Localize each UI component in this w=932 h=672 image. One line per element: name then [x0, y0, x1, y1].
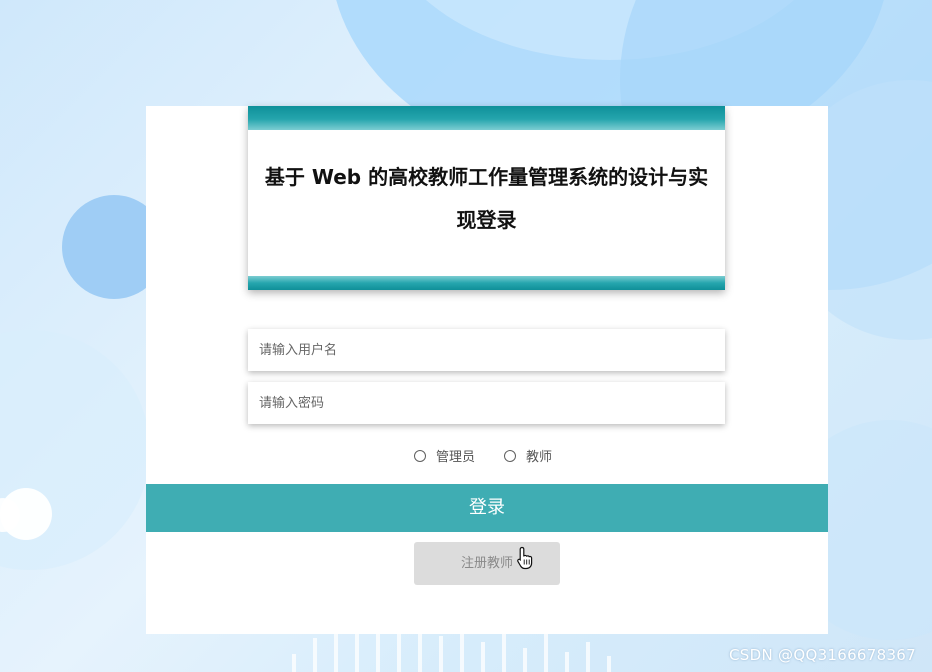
username-input[interactable]: [248, 329, 725, 371]
role-option-admin[interactable]: 管理员: [414, 446, 475, 465]
title-card-bottom-strip: [248, 276, 725, 290]
background-bar: [355, 632, 359, 672]
background-bar: [292, 654, 296, 672]
password-field: [248, 382, 725, 424]
page-title: 基于 Web 的高校教师工作量管理系统的设计与实现登录: [264, 165, 709, 232]
watermark: CSDN @QQ3166678367: [729, 646, 916, 664]
background-bar: [544, 634, 548, 672]
radio-teacher[interactable]: [504, 449, 517, 462]
background-bar: [607, 656, 611, 672]
background-bar: [586, 642, 590, 672]
register-teacher-button[interactable]: 注册教师: [414, 542, 560, 585]
background-bar: [523, 648, 527, 672]
background-bar: [565, 652, 569, 672]
login-button[interactable]: 登录: [146, 484, 828, 532]
role-label-admin: 管理员: [436, 450, 476, 465]
title-card-top-strip: [248, 106, 725, 130]
background-bar: [313, 638, 317, 672]
background-bar: [439, 636, 443, 672]
username-field: [248, 329, 725, 371]
role-label-teacher: 教师: [526, 450, 553, 465]
background-bar: [481, 642, 485, 672]
role-option-teacher[interactable]: 教师: [504, 446, 552, 465]
radio-admin[interactable]: [414, 449, 426, 462]
password-input[interactable]: [248, 382, 725, 424]
title-card: 基于 Web 的高校教师工作量管理系统的设计与实现登录: [248, 106, 725, 290]
hand-pointer-cursor-icon: [517, 546, 533, 570]
login-panel: 基于 Web 的高校教师工作量管理系统的设计与实现登录 管理员 教师 登录 注册…: [146, 106, 828, 634]
background-bar: [502, 628, 506, 672]
role-selector: 管理员 教师: [414, 446, 552, 465]
